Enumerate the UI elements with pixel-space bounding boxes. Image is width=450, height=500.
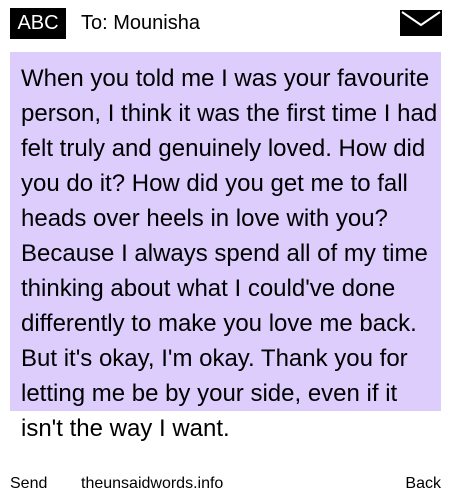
site-label: theunsaidwords.info	[81, 475, 224, 492]
message-header: ABC To: Mounisha	[0, 0, 450, 46]
send-softkey[interactable]: Send	[10, 474, 47, 494]
envelope-icon	[400, 10, 442, 36]
message-body: When you told me I was your favourite pe…	[21, 65, 438, 442]
back-softkey[interactable]: Back	[405, 474, 441, 494]
softkey-bar: Send theunsaidwords.info Back	[0, 474, 450, 500]
message-area[interactable]: When you told me I was your favourite pe…	[0, 52, 450, 500]
recipient-label: To: Mounisha	[81, 12, 200, 34]
input-mode-badge[interactable]: ABC	[10, 8, 66, 39]
